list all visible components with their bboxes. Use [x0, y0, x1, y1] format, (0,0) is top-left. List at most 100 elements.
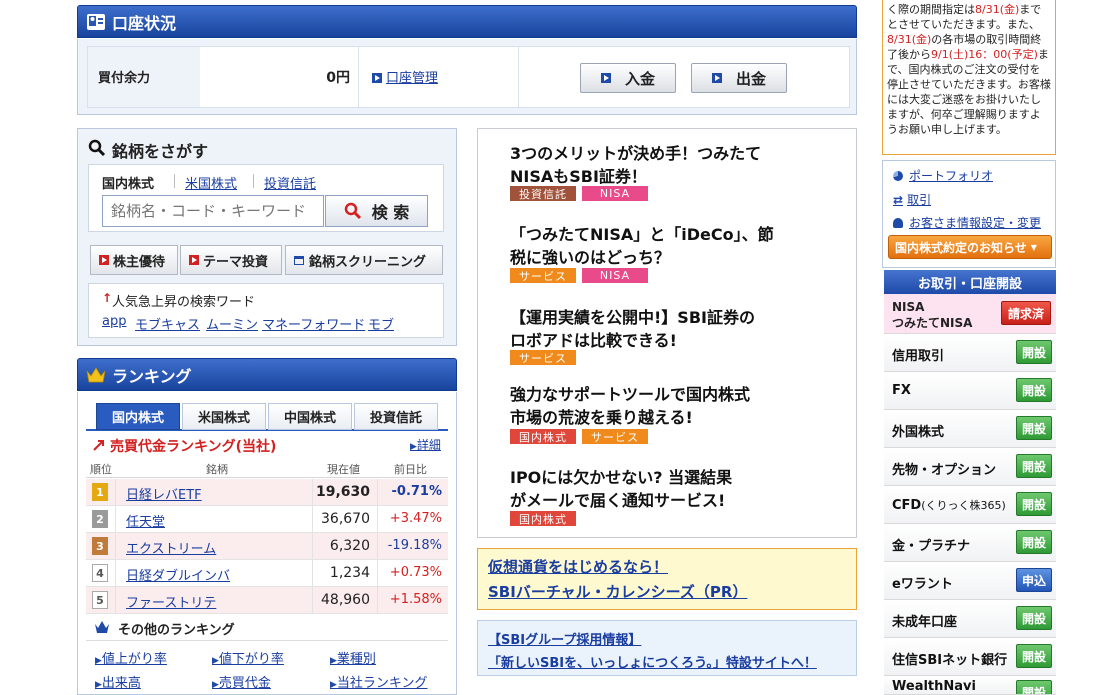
- open-item-label: 住信SBIネット銀行: [892, 653, 1008, 668]
- search-button[interactable]: 検 索: [325, 195, 428, 227]
- withdraw-button[interactable]: 出金: [691, 63, 787, 93]
- buying-power-label: 買付余力: [98, 71, 151, 86]
- triangle-right-icon: ▶: [330, 656, 337, 666]
- maintenance-notice: く際の期間指定は8/31(金)までとさせていただきます。また、8/31(金)の各…: [882, 0, 1056, 155]
- trending-word[interactable]: モブキャス: [135, 314, 200, 333]
- portfolio-link[interactable]: ポートフォリオ: [893, 167, 993, 184]
- apply-button[interactable]: 申込: [1016, 568, 1052, 592]
- open-account-button[interactable]: 開設: [1016, 680, 1052, 694]
- search-icon: [344, 202, 361, 220]
- news-item-title[interactable]: 3つのメリットが決め手！つみたて NISAもSBI証券！: [510, 142, 810, 188]
- stock-screening-button[interactable]: 銘柄スクリーニング: [285, 245, 443, 275]
- other-ranking-link[interactable]: ▶業種別: [330, 648, 376, 667]
- news-tag: 国内株式: [510, 429, 576, 444]
- crypto-promo-line1[interactable]: 仮想通貨をはじめるなら！: [488, 556, 668, 577]
- crown-icon: [86, 365, 106, 385]
- row-divider: [115, 479, 116, 506]
- trending-up-icon: ↑: [102, 291, 113, 305]
- search-tab-us[interactable]: 米国株式: [185, 173, 237, 192]
- trending-word[interactable]: ムーミン: [206, 314, 258, 333]
- other-ranking-link[interactable]: ▶値下がり率: [212, 648, 284, 667]
- news-tag: サービス: [510, 268, 576, 283]
- open-item-ewarrant: eワラント 申込: [884, 562, 1056, 600]
- ranking-price: 19,630: [315, 484, 370, 500]
- news-tag: 投資信託: [510, 186, 576, 201]
- crypto-promo-line2[interactable]: SBIバーチャル・カレンシーズ（PR）: [488, 581, 747, 602]
- open-account-button[interactable]: 開設: [1016, 492, 1052, 516]
- ranking-stock-link[interactable]: エクストリーム: [126, 538, 216, 557]
- ranking-stock-link[interactable]: 日経レバETF: [126, 484, 202, 503]
- trending-word[interactable]: app: [102, 314, 126, 329]
- deposit-button[interactable]: 入金: [580, 63, 676, 93]
- other-ranking-link[interactable]: ▶売買代金: [212, 672, 271, 691]
- exchange-arrows-icon: ⇄: [893, 193, 904, 207]
- open-account-button[interactable]: 開設: [1016, 644, 1052, 668]
- ranking-stock-link[interactable]: 日経ダブルインバ: [126, 565, 230, 584]
- arrow-square-icon: [600, 73, 611, 83]
- row-divider: [115, 560, 116, 587]
- stock-search-input[interactable]: [102, 195, 324, 227]
- search-tab-domestic[interactable]: 国内株式: [102, 173, 154, 192]
- row-divider: [312, 479, 313, 506]
- open-account-button[interactable]: 開設: [1016, 606, 1052, 630]
- news-item-title[interactable]: 強力なサポートツールで国内株式 市場の荒波を乗り越える!: [510, 383, 810, 429]
- person-icon: [893, 218, 903, 228]
- window-icon: [294, 255, 304, 265]
- ranking-change: +1.58%: [389, 592, 442, 607]
- row-divider: [377, 560, 378, 587]
- row-divider: [115, 506, 116, 533]
- news-tag: 国内株式: [510, 511, 576, 526]
- ranking-tab-us[interactable]: 米国株式: [182, 403, 266, 430]
- open-item-wealthnavi: WealthNavi 開設: [884, 676, 1056, 695]
- account-manage-link[interactable]: 口座管理: [372, 67, 438, 86]
- row-divider: [312, 506, 313, 533]
- recruit-line1[interactable]: 【SBIグループ採用情報】: [488, 629, 641, 648]
- other-ranking-link[interactable]: ▶出来高: [95, 672, 141, 691]
- rank-badge: 5: [92, 591, 108, 609]
- arrow-square-icon: [711, 73, 722, 83]
- ranking-price: 48,960: [321, 592, 370, 608]
- row-divider: [115, 533, 116, 560]
- ranking-stock-link[interactable]: ファーストリテ: [126, 592, 216, 611]
- nisa-label: NISA: [892, 300, 925, 314]
- open-account-button[interactable]: 開設: [1016, 454, 1052, 478]
- open-item-label: 金・プラチナ: [892, 539, 971, 554]
- other-ranking-link[interactable]: ▶値上がり率: [95, 648, 167, 667]
- open-account-button[interactable]: 開設: [1016, 530, 1052, 554]
- pie-chart-icon: [893, 171, 903, 181]
- customer-settings-link[interactable]: お客さま情報設定・変更: [893, 214, 1041, 231]
- rank-badge: 3: [92, 537, 108, 555]
- ranking-tab-china[interactable]: 中国株式: [268, 403, 352, 430]
- trending-word[interactable]: モブ: [368, 314, 394, 333]
- theme-investment-button[interactable]: テーマ投資: [180, 245, 282, 275]
- execution-notice-button[interactable]: 国内株式約定のお知らせ ▼: [888, 235, 1052, 259]
- account-card-icon: [86, 12, 106, 32]
- open-item-gold: 金・プラチナ 開設: [884, 524, 1056, 562]
- recruit-banner[interactable]: 【SBIグループ採用情報】 「新しいSBIを、いっしょにつくろう。」特設サイトへ…: [477, 620, 857, 676]
- ranking-stock-link[interactable]: 任天堂: [126, 511, 165, 530]
- open-account-button[interactable]: 開設: [1016, 340, 1052, 364]
- nisa-item: NISA つみたてNISA 請求済: [884, 294, 1056, 334]
- row-divider: [377, 479, 378, 506]
- search-tab-fund[interactable]: 投資信託: [264, 173, 316, 192]
- ranking-detail-link[interactable]: ▶詳細: [410, 436, 441, 453]
- manage-divider: [518, 47, 519, 107]
- shareholder-benefit-button[interactable]: 株主優待: [90, 245, 178, 275]
- ranking-tab-domestic[interactable]: 国内株式: [96, 403, 180, 430]
- other-ranking-divider: [86, 640, 448, 641]
- recruit-line2[interactable]: 「新しいSBIを、いっしょにつくろう。」特設サイトへ！: [488, 652, 817, 671]
- trending-word[interactable]: マネーフォワード: [262, 314, 365, 333]
- news-item-title[interactable]: 【運用実績を公開中!】SBI証券の ロボアドは比較できる!: [510, 306, 810, 352]
- crypto-promo-banner[interactable]: 仮想通貨をはじめるなら！ SBIバーチャル・カレンシーズ（PR）: [477, 548, 857, 610]
- news-item-title[interactable]: IPOには欠かせない? 当選結果 がメールで届く通知サービス!: [510, 466, 810, 512]
- triangle-right-icon: ▶: [212, 656, 219, 666]
- nisa-requested-button[interactable]: 請求済: [1001, 301, 1051, 325]
- ranking-change: +0.73%: [389, 565, 442, 580]
- ranking-tab-fund[interactable]: 投資信託: [354, 403, 438, 430]
- other-ranking-title: その他のランキング: [118, 623, 235, 638]
- other-ranking-link[interactable]: ▶当社ランキング: [330, 672, 428, 691]
- news-item-title[interactable]: 「つみたてNISA」と「iDeCo」、節 税に強いのはどっち？: [510, 223, 810, 269]
- trade-link[interactable]: ⇄ 取引: [893, 191, 931, 208]
- open-account-button[interactable]: 開設: [1016, 416, 1052, 440]
- open-account-button[interactable]: 開設: [1016, 378, 1052, 402]
